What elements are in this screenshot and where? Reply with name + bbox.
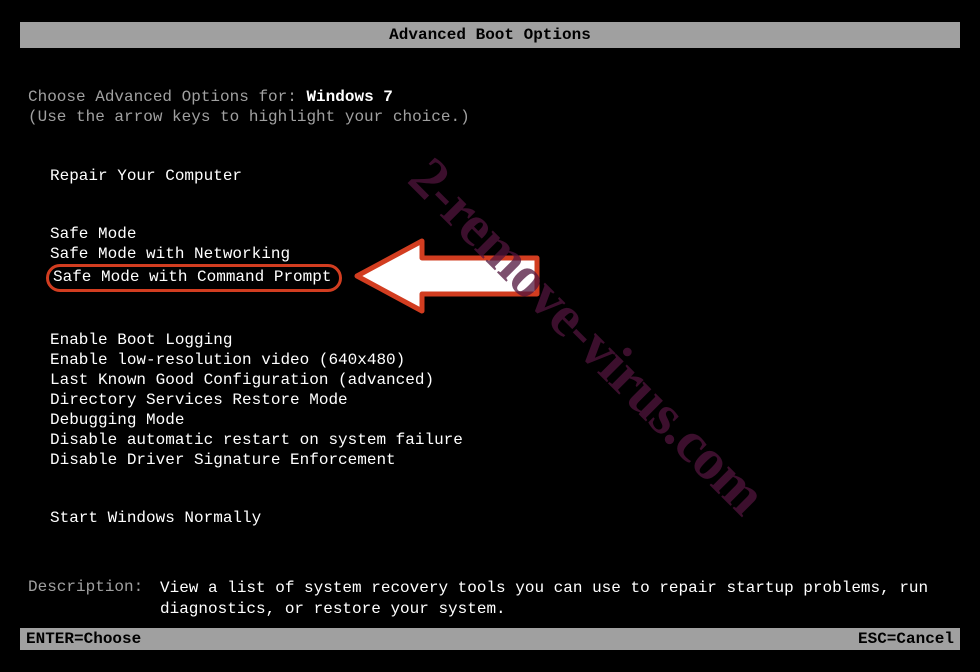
menu-low-resolution[interactable]: Enable low-resolution video (640x480)	[50, 350, 952, 370]
highlight-ring: Safe Mode with Command Prompt	[46, 264, 342, 292]
boot-menu: Repair Your Computer Safe Mode Safe Mode…	[28, 166, 952, 528]
description-text: View a list of system recovery tools you…	[160, 578, 952, 620]
menu-safe-mode-command-prompt[interactable]: Safe Mode with Command Prompt	[50, 264, 952, 292]
menu-safe-mode-cmd-label: Safe Mode with Command Prompt	[53, 268, 331, 286]
intro-prefix: Choose Advanced Options for:	[28, 88, 306, 106]
menu-start-windows-normally[interactable]: Start Windows Normally	[50, 508, 952, 528]
description-label: Description:	[28, 578, 160, 620]
menu-debugging-mode[interactable]: Debugging Mode	[50, 410, 952, 430]
menu-last-known-good[interactable]: Last Known Good Configuration (advanced)	[50, 370, 952, 390]
menu-ds-restore[interactable]: Directory Services Restore Mode	[50, 390, 952, 410]
content-area: Choose Advanced Options for: Windows 7 (…	[0, 48, 980, 620]
intro-hint: (Use the arrow keys to highlight your ch…	[28, 108, 952, 126]
menu-disable-signature-enforcement[interactable]: Disable Driver Signature Enforcement	[50, 450, 952, 470]
menu-safe-mode[interactable]: Safe Mode	[50, 224, 952, 244]
description-block: Description: View a list of system recov…	[28, 578, 952, 620]
footer-esc: ESC=Cancel	[858, 630, 954, 648]
intro-line: Choose Advanced Options for: Windows 7	[28, 88, 952, 106]
os-name: Windows 7	[306, 88, 392, 106]
footer-bar: ENTER=Choose ESC=Cancel	[20, 628, 960, 650]
menu-disable-auto-restart[interactable]: Disable automatic restart on system fail…	[50, 430, 952, 450]
menu-enable-boot-logging[interactable]: Enable Boot Logging	[50, 330, 952, 350]
menu-safe-mode-networking[interactable]: Safe Mode with Networking	[50, 244, 952, 264]
title-bar: Advanced Boot Options	[20, 22, 960, 48]
menu-repair-computer[interactable]: Repair Your Computer	[50, 166, 952, 186]
page-title: Advanced Boot Options	[389, 26, 591, 44]
footer-enter: ENTER=Choose	[26, 630, 141, 648]
